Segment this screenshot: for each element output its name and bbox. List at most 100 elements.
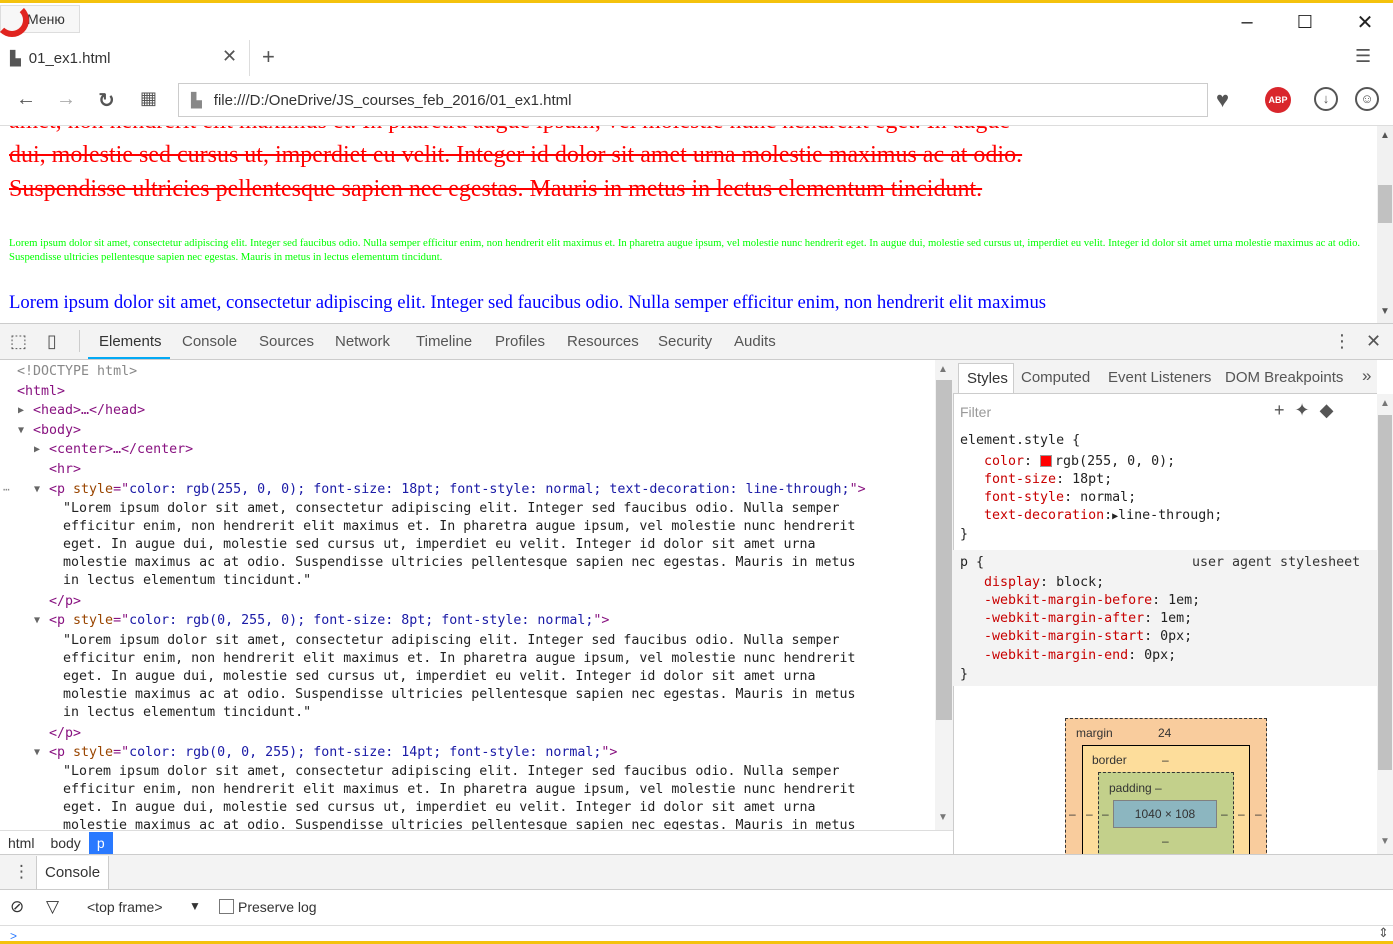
scroll-down-icon[interactable]: ▼ — [1380, 306, 1390, 317]
close-window-button[interactable]: ✕ — [1350, 8, 1380, 36]
dom-scroll-thumb[interactable] — [936, 380, 952, 720]
tab-menu-icon[interactable]: ☰ — [1355, 46, 1371, 67]
p2-style-value: color: rgb(0, 255, 0); font-size: 8pt; f… — [129, 613, 594, 628]
speed-dial-icon[interactable]: ▦ — [140, 88, 157, 109]
chevron-down-icon[interactable]: ▼ — [189, 899, 201, 913]
drawer-menu-icon[interactable]: ⋮ — [13, 862, 30, 882]
color-swatch[interactable] — [1040, 455, 1053, 467]
menu-button[interactable]: Меню — [0, 3, 80, 37]
device-mode-icon[interactable]: ▯ — [47, 331, 57, 352]
crumb-body[interactable]: body — [42, 832, 88, 854]
tab-dom-breakpoints[interactable]: DOM Breakpoints — [1225, 369, 1343, 386]
forward-icon[interactable]: → — [56, 88, 76, 111]
red-paragraph: amet, non hendrerit elit maximus et. In … — [9, 126, 1369, 206]
styles-filter-input[interactable]: Filter — [960, 404, 991, 420]
console-scroll-icon[interactable]: ⇕ — [1378, 925, 1389, 941]
account-icon[interactable]: ☺ — [1355, 87, 1379, 111]
style-decl[interactable]: text-decoration:▶line-through; — [984, 507, 1222, 526]
collapse-triangle-icon[interactable]: ▼ — [34, 612, 40, 630]
ua-decl: -webkit-margin-before: 1em; — [984, 593, 1201, 608]
tab-computed[interactable]: Computed — [1021, 369, 1090, 386]
collapse-triangle-icon[interactable]: ▼ — [34, 481, 40, 499]
back-icon[interactable]: ← — [16, 88, 36, 111]
minimize-button[interactable]: – — [1232, 8, 1262, 36]
address-bar[interactable]: ▙ file:///D:/OneDrive/JS_courses_feb_201… — [178, 83, 1208, 117]
red-line: dui, molestie sed cursus ut, imperdiet e… — [9, 142, 1023, 168]
red-line-partial: amet, non hendrerit elit maximus et. In … — [9, 126, 1369, 138]
box-model-content[interactable]: 1040 × 108 — [1113, 800, 1217, 828]
tab-security[interactable]: Security — [658, 333, 712, 350]
page-scrollbar[interactable] — [1377, 126, 1393, 323]
scroll-up-icon[interactable]: ▲ — [1380, 130, 1390, 141]
tab-sources[interactable]: Sources — [259, 333, 314, 350]
html-node[interactable]: <html> — [17, 383, 65, 401]
tab-network[interactable]: Network — [335, 333, 390, 350]
title-bar — [0, 3, 1393, 40]
style-decl[interactable]: font-style: normal; — [984, 489, 1136, 507]
style-decl[interactable]: font-size: 18pt; — [984, 471, 1112, 489]
tab-title: 01_ex1.html — [28, 49, 111, 67]
tab-event-listeners[interactable]: Event Listeners — [1108, 369, 1211, 386]
expand-triangle-icon[interactable]: ▶ — [34, 441, 40, 459]
green-paragraph: Lorem ipsum dolor sit amet, consectetur … — [9, 237, 1361, 263]
toolbar-divider — [79, 330, 80, 352]
p1-text: molestie maximus ac at odio. Suspendisse… — [63, 555, 856, 570]
inspect-element-icon[interactable]: ⬚ — [10, 331, 27, 352]
p3-node[interactable]: <p style="color: rgb(0, 0, 255); font-si… — [49, 744, 617, 762]
p3-style-value: color: rgb(0, 0, 255); font-size: 14pt; … — [129, 745, 602, 760]
crumb-html[interactable]: html — [0, 832, 42, 854]
expand-triangle-icon[interactable]: ▶ — [18, 402, 24, 420]
adblock-icon[interactable]: ABP — [1265, 87, 1291, 113]
tab-elements[interactable]: Elements — [99, 333, 162, 350]
styles-scroll-thumb[interactable] — [1378, 415, 1392, 770]
tab-01-ex1[interactable]: ▙ 01_ex1.html — [0, 40, 250, 76]
reload-icon[interactable]: ↻ — [98, 88, 115, 113]
center-node[interactable]: <center>…</center> — [49, 441, 193, 459]
new-rule-icon[interactable]: + — [1274, 400, 1295, 420]
tab-styles[interactable]: Styles — [958, 363, 1014, 393]
style-decl[interactable]: color: rgb(255, 0, 0); — [984, 453, 1175, 471]
head-node[interactable]: <head>…</head> — [33, 402, 145, 420]
p1-close[interactable]: </p> — [49, 593, 81, 611]
devtools-menu-icon[interactable]: ⋮ — [1333, 331, 1351, 352]
p1-text: in lectus elementum tincidunt." — [63, 573, 312, 588]
p1-node[interactable]: <p style="color: rgb(255, 0, 0); font-si… — [49, 481, 866, 499]
frame-selector[interactable]: <top frame> — [87, 899, 163, 915]
crumb-p[interactable]: p — [88, 831, 113, 854]
scroll-down-icon[interactable]: ▼ — [938, 812, 948, 823]
clear-console-icon[interactable]: ⊘ — [10, 897, 24, 917]
collapse-triangle-icon[interactable]: ▼ — [18, 422, 24, 440]
scroll-down-icon[interactable]: ▼ — [1380, 836, 1390, 847]
heart-icon[interactable]: ♥ — [1216, 87, 1240, 112]
scroll-up-icon[interactable]: ▲ — [938, 364, 948, 375]
download-icon[interactable]: ↓ — [1314, 87, 1338, 111]
collapse-triangle-icon[interactable]: ▼ — [34, 744, 40, 762]
padding-right-value: – — [1221, 807, 1228, 821]
rule-close: } — [960, 667, 969, 682]
tab-resources[interactable]: Resources — [567, 333, 639, 350]
p2-text: "Lorem ipsum dolor sit amet, consectetur… — [63, 633, 840, 648]
p1-text: eget. In augue dui, molestie sed cursus … — [63, 537, 816, 552]
new-tab-button[interactable]: + — [262, 44, 275, 70]
devtools-close-icon[interactable]: ✕ — [1366, 331, 1381, 352]
tab-close-icon[interactable]: ✕ — [222, 46, 237, 67]
hr-node[interactable]: <hr> — [49, 461, 81, 479]
tab-audits[interactable]: Audits — [734, 333, 776, 350]
more-tabs-button[interactable]: » — [1362, 366, 1371, 386]
filter-icon[interactable]: ▽ — [46, 897, 59, 917]
tab-profiles[interactable]: Profiles — [495, 333, 545, 350]
drawer-tab-console[interactable]: Console — [36, 856, 110, 889]
pin-icon[interactable]: ✦ — [1295, 400, 1320, 420]
element-state-icon[interactable]: ◆ — [1320, 400, 1344, 420]
maximize-button[interactable]: ☐ — [1290, 8, 1320, 36]
tab-console[interactable]: Console — [182, 333, 237, 350]
p2-close[interactable]: </p> — [49, 725, 81, 743]
active-tab-indicator — [88, 357, 170, 359]
p2-node[interactable]: <p style="color: rgb(0, 255, 0); font-si… — [49, 612, 609, 630]
preserve-log-checkbox[interactable] — [219, 899, 234, 914]
doctype-node[interactable]: <!DOCTYPE html> — [17, 363, 137, 381]
scroll-up-icon[interactable]: ▲ — [1380, 398, 1390, 409]
body-node[interactable]: <body> — [33, 422, 81, 440]
tab-timeline[interactable]: Timeline — [416, 333, 472, 350]
page-scroll-thumb[interactable] — [1378, 185, 1392, 223]
